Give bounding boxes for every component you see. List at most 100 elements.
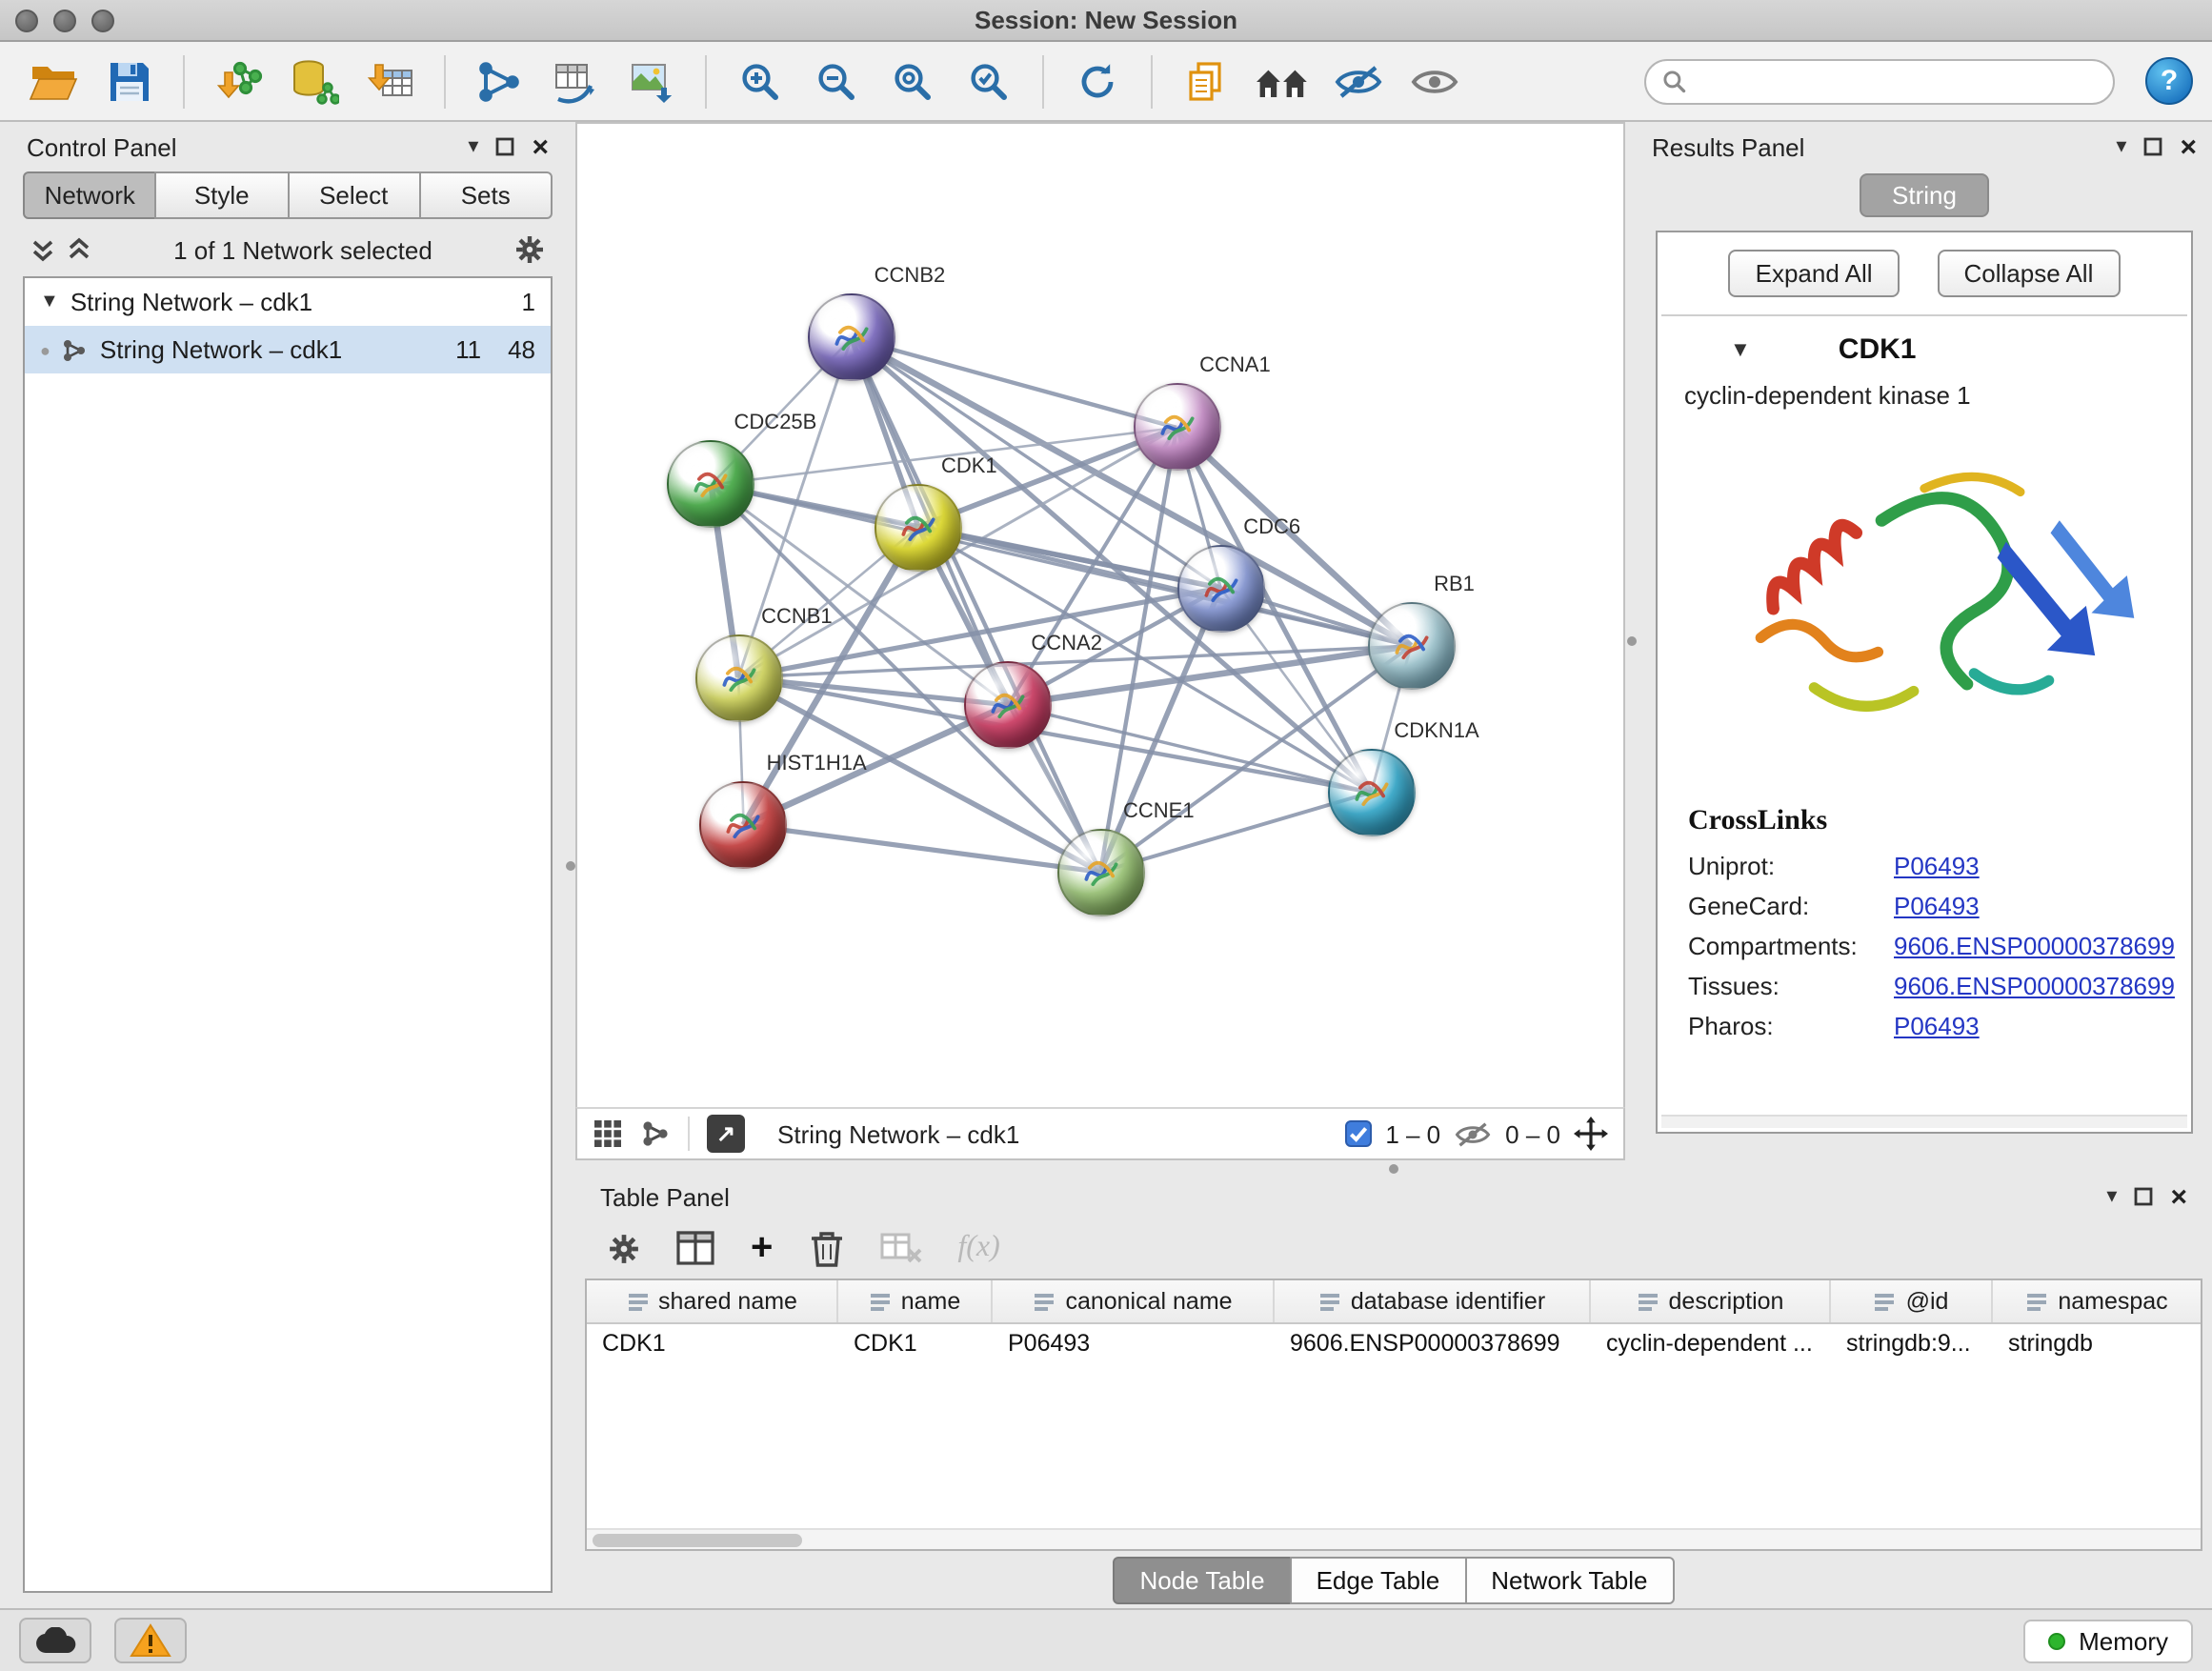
network-glyph-icon[interactable] <box>640 1118 671 1149</box>
column-header-database-identifier[interactable]: database identifier <box>1275 1280 1591 1322</box>
cloud-status-button[interactable] <box>19 1618 91 1663</box>
column-options-icon[interactable] <box>869 1290 892 1313</box>
network-node-HIST1H1A[interactable] <box>700 781 788 869</box>
crosslink-value-link[interactable]: 9606.ENSP00000378699 <box>1894 932 2175 960</box>
warnings-button[interactable] <box>114 1618 187 1663</box>
tab-string[interactable]: String <box>1860 173 1989 217</box>
network-node-CDKN1A[interactable] <box>1327 749 1415 836</box>
table-cell[interactable]: stringdb <box>1993 1324 2202 1364</box>
column-options-icon[interactable] <box>1637 1290 1659 1313</box>
panel-close-icon[interactable]: × <box>532 132 549 161</box>
tab-sets[interactable]: Sets <box>419 171 553 219</box>
table-cell[interactable]: stringdb:9... <box>1831 1324 1993 1364</box>
results-scrollbar[interactable] <box>1661 1115 2187 1128</box>
column-header--id[interactable]: @id <box>1831 1280 1993 1322</box>
tab-select[interactable]: Select <box>287 171 421 219</box>
right-splitter[interactable] <box>1625 122 1637 1160</box>
column-header-canonical-name[interactable]: canonical name <box>993 1280 1275 1322</box>
table-cell[interactable]: CDK1 <box>838 1324 993 1364</box>
network-node-CDC6[interactable] <box>1176 544 1264 632</box>
minimize-window-button[interactable] <box>53 10 76 32</box>
export-image-button[interactable] <box>617 49 686 113</box>
birdseye-view-button[interactable]: ↗ <box>707 1115 745 1153</box>
open-session-button[interactable] <box>19 49 88 113</box>
first-neighbors-button[interactable] <box>1248 49 1317 113</box>
network-canvas[interactable]: CCNB2CCNA1CDC25BCDK1CDC6RB1CCNB1CCNA2CDK… <box>575 122 1625 1107</box>
network-row[interactable]: ● String Network – cdk1 11 48 <box>25 326 551 373</box>
zoom-in-button[interactable] <box>726 49 794 113</box>
network-node-RB1[interactable] <box>1367 602 1455 690</box>
network-node-CCNB2[interactable] <box>808 294 895 382</box>
network-node-CCNB1[interactable] <box>694 634 782 721</box>
collapse-all-icon[interactable] <box>30 236 55 263</box>
tab-node-table[interactable]: Node Table <box>1113 1556 1291 1603</box>
columns-icon[interactable] <box>676 1231 714 1265</box>
zoom-out-button[interactable] <box>802 49 871 113</box>
panel-menu-icon[interactable]: ▾ <box>2106 1186 2117 1207</box>
show-all-button[interactable] <box>1400 49 1469 113</box>
left-splitter[interactable] <box>564 122 575 1608</box>
help-button[interactable]: ? <box>2145 57 2193 105</box>
expand-all-icon[interactable] <box>67 236 91 263</box>
panel-close-icon[interactable]: × <box>2180 132 2197 161</box>
panel-float-icon[interactable] <box>2143 137 2162 156</box>
panel-menu-icon[interactable]: ▾ <box>468 136 478 157</box>
clone-network-button[interactable] <box>1172 49 1240 113</box>
import-table-file-button[interactable] <box>356 49 425 113</box>
new-network-button[interactable] <box>465 49 533 113</box>
collapse-all-button[interactable]: Collapse All <box>1938 250 2121 297</box>
column-options-icon[interactable] <box>1318 1290 1341 1313</box>
selected-checkbox-icon[interactable] <box>1345 1120 1372 1147</box>
table-cell[interactable]: P06493 <box>993 1324 1275 1364</box>
refresh-view-button[interactable] <box>1063 49 1132 113</box>
network-node-CCNE1[interactable] <box>1056 828 1144 916</box>
gear-icon[interactable] <box>608 1232 640 1264</box>
toolbar-search[interactable] <box>1644 58 2115 104</box>
panel-menu-icon[interactable]: ▾ <box>2116 136 2126 157</box>
tree-caret-icon[interactable]: ▼ <box>40 292 59 312</box>
network-node-CCNA2[interactable] <box>964 661 1052 749</box>
trash-icon[interactable] <box>809 1229 843 1267</box>
network-node-CDK1[interactable] <box>875 483 962 571</box>
search-input[interactable] <box>1698 66 2098 96</box>
expand-all-button[interactable]: Expand All <box>1729 250 1900 297</box>
add-column-icon[interactable]: + <box>751 1229 773 1267</box>
crosslink-value-link[interactable]: 9606.ENSP00000378699 <box>1894 972 2175 1000</box>
new-network-from-table-button[interactable] <box>541 49 610 113</box>
column-header-namespac[interactable]: namespac <box>1993 1280 2202 1322</box>
table-cell[interactable]: 9606.ENSP00000378699 <box>1275 1324 1591 1364</box>
hide-selected-button[interactable] <box>1324 49 1393 113</box>
table-cell[interactable]: cyclin-dependent ... <box>1591 1324 1831 1364</box>
save-session-button[interactable] <box>95 49 164 113</box>
import-network-database-button[interactable] <box>280 49 349 113</box>
table-row[interactable]: CDK1CDK1P064939606.ENSP00000378699cyclin… <box>587 1324 2201 1364</box>
column-header-name[interactable]: name <box>838 1280 993 1322</box>
table-cell[interactable]: CDK1 <box>587 1324 838 1364</box>
network-edge[interactable] <box>744 825 1100 873</box>
grid-view-icon[interactable] <box>593 1118 623 1149</box>
panel-close-icon[interactable]: × <box>2170 1182 2187 1211</box>
column-options-icon[interactable] <box>2025 1290 2048 1313</box>
panel-float-icon[interactable] <box>495 137 514 156</box>
close-window-button[interactable] <box>15 10 38 32</box>
table-horizontal-scrollbar[interactable] <box>587 1528 2201 1549</box>
tab-edge-table[interactable]: Edge Table <box>1290 1556 1467 1603</box>
import-network-file-button[interactable] <box>204 49 272 113</box>
column-options-icon[interactable] <box>626 1290 649 1313</box>
network-collection-row[interactable]: ▼ String Network – cdk1 1 <box>25 278 551 326</box>
move-crosshair-icon[interactable] <box>1574 1117 1608 1151</box>
table-panel-splitter[interactable] <box>575 1160 2212 1176</box>
network-node-CDC25B[interactable] <box>668 441 755 529</box>
zoom-window-button[interactable] <box>91 10 114 32</box>
panel-float-icon[interactable] <box>2134 1187 2153 1206</box>
scrollbar-thumb[interactable] <box>593 1534 802 1547</box>
network-edge[interactable] <box>852 338 1100 872</box>
network-node-CCNA1[interactable] <box>1133 384 1220 472</box>
column-options-icon[interactable] <box>1874 1290 1897 1313</box>
crosslink-value-link[interactable]: P06493 <box>1894 892 1980 920</box>
crosslink-value-link[interactable]: P06493 <box>1894 1012 1980 1040</box>
network-edge[interactable] <box>738 588 1220 677</box>
tab-network[interactable]: Network <box>23 171 157 219</box>
gear-icon[interactable] <box>514 234 545 265</box>
column-options-icon[interactable] <box>1033 1290 1056 1313</box>
